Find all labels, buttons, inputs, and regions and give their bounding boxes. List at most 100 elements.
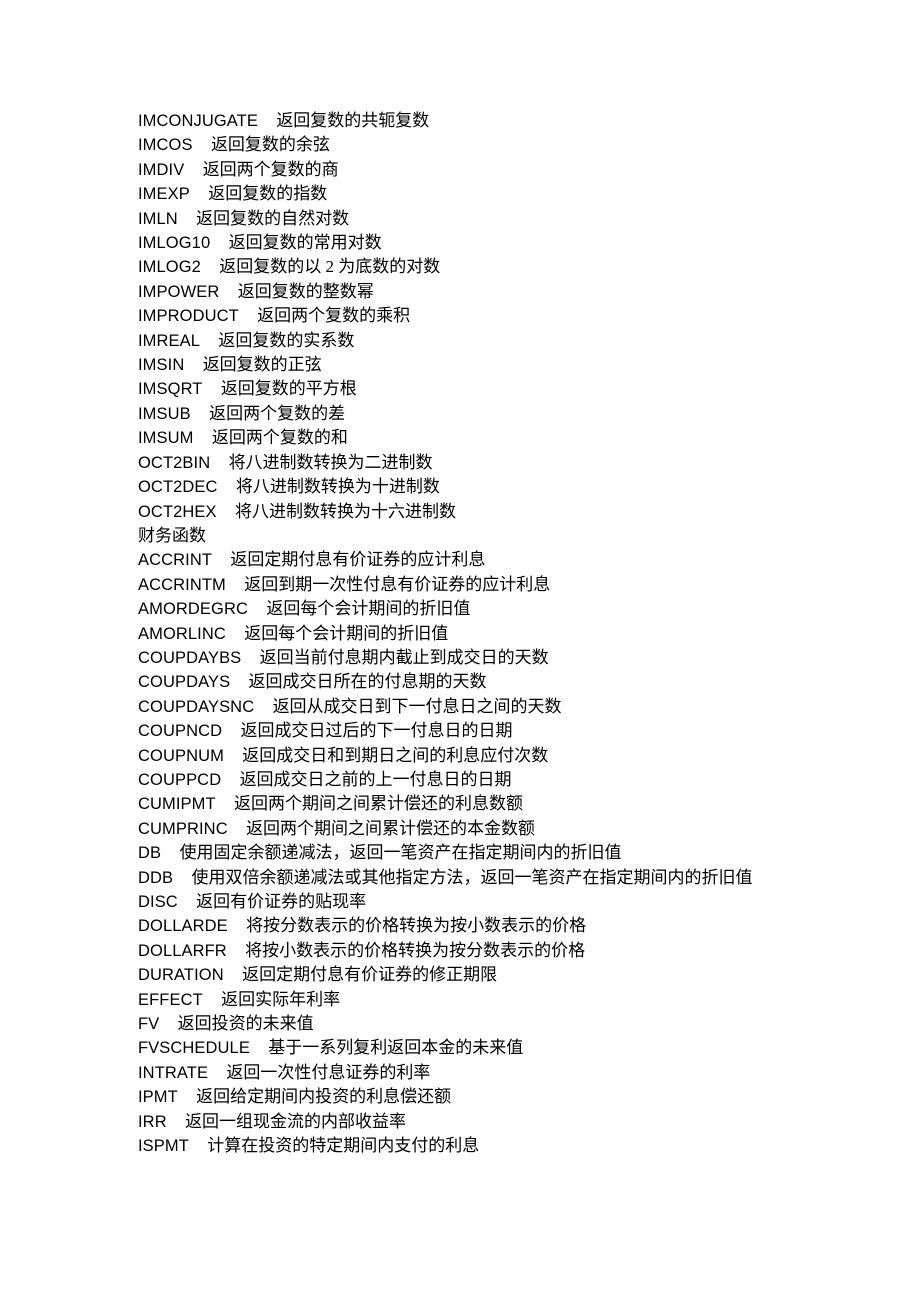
entry-gap: [167, 1113, 185, 1131]
entry-gap: [178, 893, 196, 911]
function-description: 返回成交日过后的下一付息日的日期: [240, 721, 513, 741]
function-name: ACCRINT: [138, 551, 213, 570]
function-entry: DOLLARDE 将按分数表示的价格转换为按小数表示的价格: [138, 914, 786, 938]
function-description: 返回复数的以 2 为底数的对数: [219, 257, 441, 277]
function-name: IMREAL: [138, 331, 201, 350]
function-description: 返回投资的未来值: [177, 1014, 314, 1034]
function-description: 返回复数的正弦: [202, 355, 322, 375]
function-entry: COUPPCD 返回成交日之前的上一付息日的日期: [138, 768, 786, 792]
function-description: 返回复数的指数: [208, 184, 328, 204]
function-entry: IMLN 返回复数的自然对数: [138, 207, 786, 231]
function-description: 返回两个复数的商: [202, 159, 339, 179]
entry-gap: [210, 454, 228, 472]
entry-gap: [178, 210, 196, 228]
function-entry: IRR 返回一组现金流的内部收益率: [138, 1110, 786, 1134]
entry-gap: [230, 673, 248, 691]
function-description: 返回一组现金流的内部收益率: [185, 1111, 407, 1131]
function-name: CUMPRINC: [138, 819, 228, 838]
function-name: FVSCHEDULE: [138, 1039, 250, 1058]
function-entry: IMPOWER 返回复数的整数幂: [138, 280, 786, 304]
function-description: 返回实际年利率: [221, 989, 341, 1009]
function-name: DB: [138, 844, 162, 863]
function-name: COUPDAYBS: [138, 648, 242, 667]
function-description: 返回从成交日到下一付息日之间的天数: [272, 696, 562, 716]
function-name: IPMT: [138, 1088, 178, 1107]
function-entry: ACCRINTM 返回到期一次性付息有价证券的应计利息: [138, 573, 786, 597]
function-name: CUMIPMT: [138, 795, 216, 814]
function-description: 返回一次性付息证券的利率: [226, 1062, 431, 1082]
function-name: IMCOS: [138, 136, 193, 155]
entry-gap: [258, 112, 276, 130]
function-name: COUPDAYSNC: [138, 697, 255, 716]
function-description: 返回复数的余弦: [210, 135, 330, 155]
function-entry: DURATION 返回定期付息有价证券的修正期限: [138, 963, 786, 987]
function-description: 将八进制数转换为二进制数: [228, 452, 433, 472]
function-name: DDB: [138, 868, 174, 887]
function-entry: IMLOG10 返回复数的常用对数: [138, 231, 786, 255]
function-name: DOLLARDE: [138, 917, 228, 936]
entry-gap: [228, 917, 246, 935]
function-name: FV: [138, 1015, 160, 1034]
entry-gap: [208, 1064, 226, 1082]
entry-gap: [203, 991, 221, 1009]
entry-gap: [184, 356, 202, 374]
entry-gap: [254, 698, 272, 716]
function-name: INTRATE: [138, 1063, 209, 1082]
function-name: AMORDEGRC: [138, 600, 248, 619]
function-name: COUPNCD: [138, 722, 223, 741]
function-entry: IPMT 返回给定期间内投资的利息偿还额: [138, 1085, 786, 1109]
function-description: 使用固定余额递减法，返回一笔资产在指定期间内的折旧值: [179, 843, 622, 863]
function-name: AMORLINC: [138, 624, 226, 643]
function-entry: IMCOS 返回复数的余弦: [138, 133, 786, 157]
function-entry: AMORLINC 返回每个会计期间的折旧值: [138, 622, 786, 646]
function-entry: IMEXP 返回复数的指数: [138, 182, 786, 206]
entry-gap: [222, 722, 240, 740]
function-name: IRR: [138, 1112, 167, 1131]
function-description: 返回两个复数的差: [209, 403, 346, 423]
entry-gap: [239, 307, 257, 325]
document-page: IMCONJUGATE 返回复数的共轭复数 IMCOS 返回复数的余弦 IMDIV …: [0, 0, 920, 1302]
function-entry: OCT2BIN 将八进制数转换为二进制数: [138, 451, 786, 475]
function-name: COUPNUM: [138, 746, 224, 765]
entry-gap: [201, 258, 219, 276]
function-description: 返回两个复数的和: [211, 428, 348, 448]
function-entry: IMDIV 返回两个复数的商: [138, 158, 786, 182]
function-name: COUPPCD: [138, 770, 222, 789]
function-name: IMEXP: [138, 185, 190, 204]
function-description: 将八进制数转换为十六进制数: [234, 501, 456, 521]
function-description: 返回有价证券的贴现率: [196, 892, 367, 911]
function-name: COUPDAYS: [138, 673, 231, 692]
entry-gap: [212, 551, 230, 569]
function-description: 返回给定期间内投资的利息偿还额: [196, 1087, 452, 1107]
function-entry: COUPDAYS 返回成交日所在的付息期的天数: [138, 670, 786, 694]
entry-gap: [193, 136, 211, 154]
function-name: IMSUM: [138, 429, 194, 448]
entry-gap: [217, 503, 235, 521]
function-entry: OCT2HEX 将八进制数转换为十六进制数: [138, 500, 786, 524]
function-name: DURATION: [138, 966, 224, 985]
function-description: 返回复数的共轭复数: [276, 111, 430, 130]
function-name: ISPMT: [138, 1137, 189, 1156]
function-entry: FVSCHEDULE 基于一系列复利返回本金的未来值: [138, 1036, 786, 1060]
function-entry: ISPMT 计算在投资的特定期间内支付的利息: [138, 1134, 786, 1158]
function-description: 返回成交日所在的付息期的天数: [248, 672, 487, 692]
function-entry: IMSIN 返回复数的正弦: [138, 353, 786, 377]
function-description: 使用双倍余额递减法或其他指定方法，返回一笔资产在指定期间内的折旧值: [191, 867, 753, 887]
entry-gap: [202, 380, 220, 398]
function-entry: DB 使用固定余额递减法，返回一笔资产在指定期间内的折旧值: [138, 841, 786, 865]
entry-gap: [228, 820, 246, 838]
entry-gap: [219, 283, 237, 301]
function-entry: INTRATE 返回一次性付息证券的利率: [138, 1061, 786, 1085]
function-description: 返回当前付息期内截止到成交日的天数: [259, 647, 549, 667]
function-description: 返回定期付息有价证券的应计利息: [230, 550, 486, 570]
function-description: 将八进制数转换为十进制数: [235, 477, 440, 497]
entry-gap: [248, 600, 266, 618]
function-entry: COUPDAYBS 返回当前付息期内截止到成交日的天数: [138, 646, 786, 670]
function-name: DISC: [138, 893, 178, 911]
function-description: 返回复数的常用对数: [228, 233, 382, 253]
function-entry: COUPNCD 返回成交日过后的下一付息日的日期: [138, 719, 786, 743]
entry-gap: [221, 771, 239, 789]
function-name: IMPOWER: [138, 282, 220, 301]
entry-gap: [173, 869, 191, 887]
document-text-block: IMCONJUGATE 返回复数的共轭复数 IMCOS 返回复数的余弦 IMDIV …: [138, 109, 786, 1158]
